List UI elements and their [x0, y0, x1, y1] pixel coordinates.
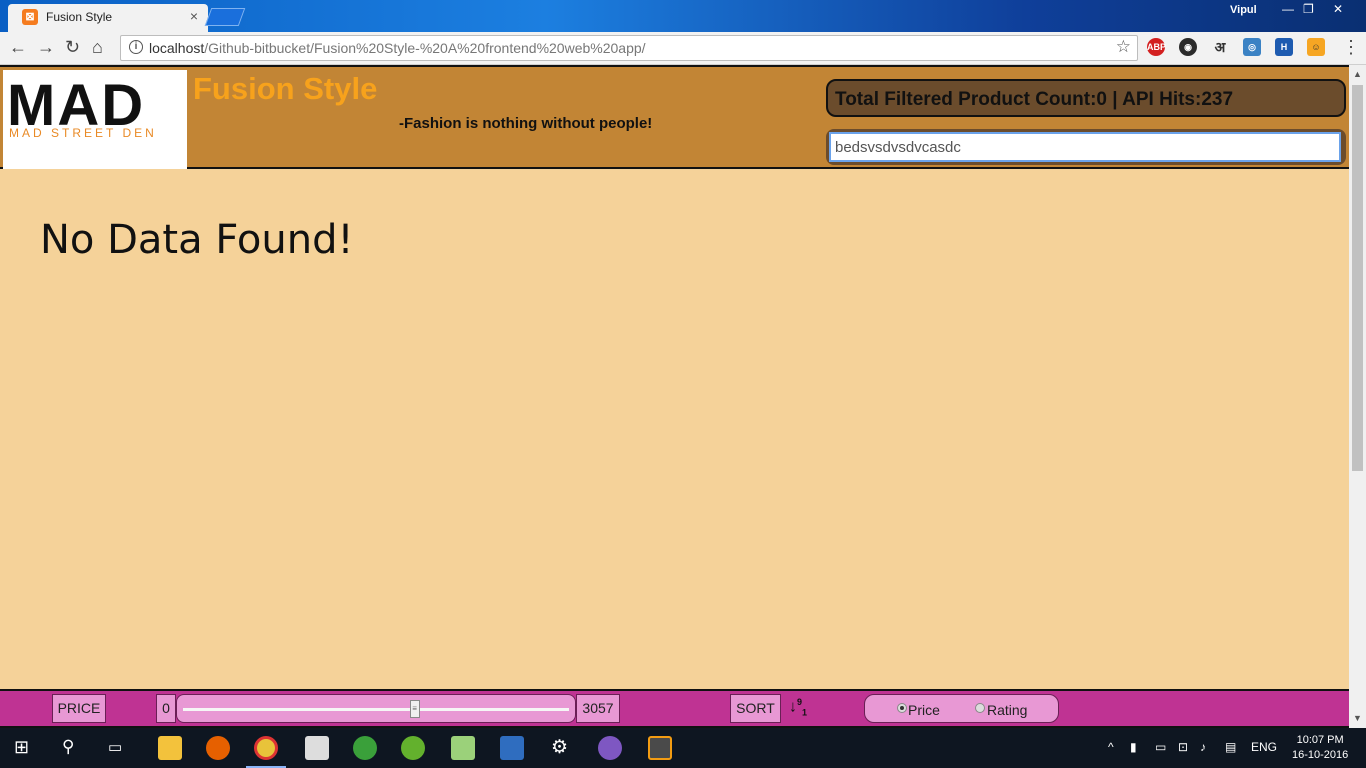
file-explorer-icon[interactable] [158, 736, 182, 760]
restore-icon[interactable]: ❐ [1303, 2, 1314, 16]
no-data-message: No Data Found! [40, 217, 354, 263]
download-manager-icon[interactable] [353, 736, 377, 760]
filter-bar: PRICE 0 ≡ 3057 SORT ↓91 Price Rating [0, 689, 1349, 728]
radio-rating-label[interactable]: Rating [987, 702, 1027, 718]
clock-time: 10:07 PM [1296, 734, 1344, 746]
powershell-icon[interactable] [500, 736, 524, 760]
forward-icon[interactable]: → [37, 37, 55, 58]
search-input[interactable] [829, 132, 1341, 162]
windows-start-icon[interactable]: ⊞ [14, 737, 29, 758]
windows-taskbar: ⊞ ⚲ ▭ ⚙ ^ ▮ ▭ ⊡ ♪ ▤ ENG 10:07 PM 16-10-2… [0, 728, 1366, 768]
network-icon[interactable]: ⊡ [1178, 740, 1188, 754]
mad-street-den-logo: MAD MAD STREET DEN [3, 70, 187, 169]
back-icon[interactable]: ← [9, 37, 27, 58]
price-min-value: 0 [156, 694, 176, 723]
slider-track[interactable] [183, 708, 569, 711]
sort-numeric-desc-icon[interactable]: ↓91 [789, 697, 807, 718]
language-indicator[interactable]: ENG [1251, 740, 1277, 754]
menu-kebab-icon[interactable]: ⋮ [1342, 37, 1360, 58]
radio-rating[interactable] [975, 703, 985, 713]
tray-expand-icon[interactable]: ^ [1108, 740, 1114, 754]
calendar-app-icon[interactable] [305, 736, 329, 760]
circle-extension-icon[interactable]: ◎ [1243, 38, 1261, 56]
new-tab-button[interactable] [204, 8, 246, 26]
tagline: -Fashion is nothing without people! [399, 115, 653, 132]
settings-gear-icon[interactable]: ⚙ [551, 736, 568, 759]
sort-button[interactable]: SORT [730, 694, 781, 723]
firefox-icon[interactable] [206, 736, 230, 760]
price-label: PRICE [52, 694, 106, 723]
battery-icon[interactable]: ▭ [1155, 740, 1166, 754]
price-max-value: 3057 [576, 694, 620, 723]
xampp-favicon-icon: ⊠ [22, 9, 38, 25]
info-icon[interactable]: i [129, 40, 143, 54]
bookmark-star-icon[interactable]: ☆ [1116, 37, 1131, 57]
browser-toolbar: ← → ↻ ⌂ i localhost/Github-bitbucket/Fus… [0, 32, 1366, 65]
sublime-text-icon[interactable] [648, 736, 672, 760]
close-tab-icon[interactable]: × [190, 8, 198, 24]
adblock-extension-icon[interactable]: ABP [1147, 38, 1166, 56]
browser-tab[interactable]: ⊠ Fusion Style × [8, 4, 208, 32]
logo-subtitle: MAD STREET DEN [9, 126, 157, 140]
search-wrapper [826, 129, 1346, 165]
notes-app-icon[interactable] [451, 736, 475, 760]
task-view-icon[interactable]: ▭ [108, 738, 122, 756]
chrome-icon[interactable] [254, 736, 278, 760]
camera-extension-icon[interactable]: ◉ [1179, 38, 1197, 56]
address-bar[interactable]: i localhost/Github-bitbucket/Fusion%20St… [120, 35, 1138, 61]
profile-name[interactable]: Vipul [1230, 4, 1257, 16]
minimize-icon[interactable]: — [1282, 2, 1294, 16]
github-desktop-icon[interactable] [598, 736, 622, 760]
browser-tab-strip: ⊠ Fusion Style × Vipul — ❐ ✕ [0, 0, 1366, 32]
page-viewport: MAD MAD STREET DEN Fusion Style -Fashion… [0, 65, 1349, 728]
product-count-status: Total Filtered Product Count:0 | API Hit… [826, 79, 1346, 117]
slider-handle[interactable]: ≡ [409, 700, 420, 718]
tab-title: Fusion Style [46, 10, 113, 24]
clock[interactable]: 10:07 PM 16-10-2016 [1292, 733, 1348, 763]
clock-date: 16-10-2016 [1292, 749, 1349, 761]
close-window-icon[interactable]: ✕ [1333, 2, 1343, 16]
price-range-slider[interactable]: ≡ [176, 694, 576, 723]
search-icon[interactable]: ⚲ [62, 737, 74, 757]
url-text[interactable]: localhost/Github-bitbucket/Fusion%20Styl… [149, 40, 646, 56]
scrollbar-thumb[interactable] [1352, 85, 1363, 471]
brand-title: Fusion Style [193, 71, 378, 106]
scroll-up-icon[interactable]: ▲ [1353, 69, 1362, 79]
smiley-extension-icon[interactable]: ☺ [1307, 38, 1325, 56]
site-header: MAD MAD STREET DEN Fusion Style -Fashion… [0, 65, 1349, 169]
radio-price-label[interactable]: Price [908, 702, 940, 718]
page-scrollbar[interactable]: ▲ ▼ [1349, 65, 1366, 728]
h-extension-icon[interactable]: H [1275, 38, 1293, 56]
sort-by-radio-group: Price Rating [864, 694, 1059, 723]
volume-icon[interactable]: ♪ [1200, 740, 1206, 754]
radio-price[interactable] [897, 703, 907, 713]
utorrent-icon[interactable] [401, 736, 425, 760]
home-icon[interactable]: ⌂ [92, 37, 103, 58]
scroll-down-icon[interactable]: ▼ [1353, 713, 1362, 723]
reload-icon[interactable]: ↻ [65, 37, 80, 58]
hindi-input-extension-icon[interactable]: अ [1211, 38, 1229, 56]
tray-app-icon[interactable]: ▮ [1130, 740, 1137, 754]
notifications-icon[interactable]: ▤ [1225, 740, 1236, 754]
